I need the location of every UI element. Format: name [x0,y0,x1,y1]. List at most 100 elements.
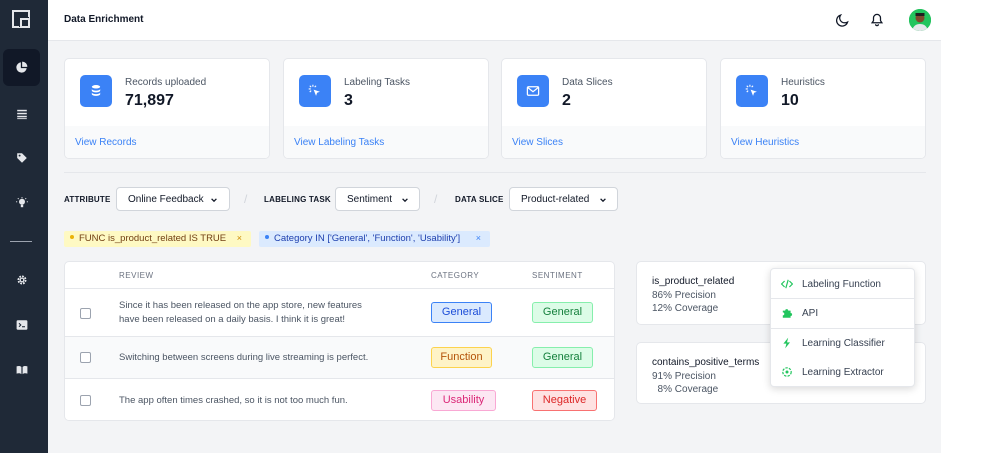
add-heuristic-menu: Labeling Function API Learning Classifie… [770,268,915,387]
dark-mode-toggle[interactable] [833,11,851,29]
view-heuristics-link[interactable]: View Heuristics [731,137,799,148]
review-text: Since it has been released on the app st… [119,300,362,325]
filter-separator: / [434,192,438,206]
table-row[interactable]: Since it has been released on the app st… [65,288,614,336]
terminal-icon [16,319,27,330]
stat-card-heuristics: Heuristics 10 View Heuristics [720,58,926,159]
heuristic-precision: 91% Precision [652,371,716,382]
puzzle-icon [782,309,793,318]
stat-value: 2 [562,92,571,109]
stat-card-data-slices: Data Slices 2 View Slices [501,58,707,159]
category-badge: Usability [431,390,496,411]
avatar[interactable] [909,9,931,31]
nav-labels[interactable] [3,139,40,176]
stat-card-labeling-tasks: Labeling Tasks 3 View Labeling Tasks [283,58,489,159]
stat-value: 71,897 [125,92,174,109]
view-records-link[interactable]: View Records [75,137,137,148]
header-category: CATEGORY [431,271,480,280]
view-slices-link[interactable]: View Slices [512,137,563,148]
nav-heuristics[interactable] [3,184,40,221]
window-margin [941,0,1000,453]
notifications-button[interactable] [868,11,886,29]
filter-chip-function: FUNC is_product_related IS TRUE × [64,231,251,247]
page-title: Data Enrichment [64,14,144,25]
remove-chip-button[interactable]: × [237,233,242,243]
card-footer: View Slices [502,126,706,158]
cursor-click-icon [299,75,331,107]
data-slice-label: DATA SLICE [455,195,504,204]
target-icon [782,367,792,377]
nav-settings[interactable] [3,261,40,298]
card-footer: View Labeling Tasks [284,126,488,158]
sidebar-divider [10,241,32,242]
app-root: Data Enrichment Records uploaded 71,897 … [0,0,941,453]
stat-card-records: Records uploaded 71,897 View Records [64,58,270,159]
records-table: REVIEW CATEGORY SENTIMENT Since it has b… [64,261,615,421]
menu-item-label: API [802,308,819,319]
gear-icon [17,275,26,284]
mail-icon [517,75,549,107]
card-footer: View Records [65,126,269,158]
attribute-select[interactable]: Online Feedback [116,187,230,211]
remove-chip-button[interactable]: × [476,233,481,243]
nav-records[interactable] [3,95,40,132]
card-footer: View Heuristics [721,126,925,158]
heuristic-name: is_product_related [652,276,735,287]
nav-terminal[interactable] [3,306,40,343]
nav-docs[interactable] [3,351,40,388]
heuristic-coverage: 12% Coverage [652,303,719,314]
attribute-select-value: Online Feedback [128,194,204,205]
data-slice-select[interactable]: Product-related [509,187,618,211]
sentiment-badge: General [532,347,593,368]
header-sentiment: SENTIMENT [532,271,583,280]
review-text: Switching between screens during live st… [119,352,369,363]
review-text: The app often times crashed, so it is no… [119,395,348,406]
bell-icon [870,13,884,27]
chevron-down-icon [402,198,408,203]
menu-item-labeling-function[interactable]: Labeling Function [771,270,914,298]
sentiment-badge: General [532,302,593,323]
view-labeling-tasks-link[interactable]: View Labeling Tasks [294,137,384,148]
chip-text: Category IN ['General', 'Function', 'Usa… [274,233,461,244]
chip-dot [265,235,269,239]
table-row[interactable]: The app often times crashed, so it is no… [65,378,614,420]
menu-item-label: Labeling Function [802,279,881,290]
book-open-icon [16,365,27,374]
category-badge: Function [431,347,492,368]
labeling-task-select[interactable]: Sentiment [335,187,420,211]
stat-label: Records uploaded [125,77,207,88]
row-checkbox[interactable] [80,308,91,319]
lightning-icon [783,337,790,349]
attribute-label: ATTRIBUTE [64,195,111,204]
labeling-task-label: LABELING TASK [264,195,331,204]
pie-chart-icon [16,61,28,73]
data-slice-select-value: Product-related [521,194,590,205]
menu-item-learning-extractor[interactable]: Learning Extractor [771,358,914,386]
row-checkbox[interactable] [80,352,91,363]
list-icon [16,109,27,119]
sentiment-badge: Negative [532,390,597,411]
chevron-down-icon [211,198,217,203]
logo [12,10,30,28]
menu-item-label: Learning Classifier [802,338,885,349]
sidebar [0,0,48,453]
filter-separator: / [244,192,248,206]
table-row[interactable]: Switching between screens during live st… [65,336,614,378]
lightbulb-icon [15,196,28,207]
stat-label: Heuristics [781,77,825,88]
cursor-click-icon [736,75,768,107]
labeling-task-select-value: Sentiment [347,194,393,205]
chip-text: FUNC is_product_related IS TRUE [79,233,227,244]
menu-item-api[interactable]: API [771,299,914,327]
database-icon [80,75,112,107]
heuristic-coverage: 8% Coverage [652,384,719,395]
chip-dot [70,235,74,239]
row-checkbox[interactable] [80,395,91,406]
menu-item-learning-classifier[interactable]: Learning Classifier [771,329,914,357]
heuristic-precision: 86% Precision [652,290,716,301]
section-divider [64,172,926,173]
nav-dashboard[interactable] [3,49,40,86]
stat-value: 10 [781,92,799,109]
stat-value: 3 [344,92,353,109]
header-review: REVIEW [119,271,154,280]
